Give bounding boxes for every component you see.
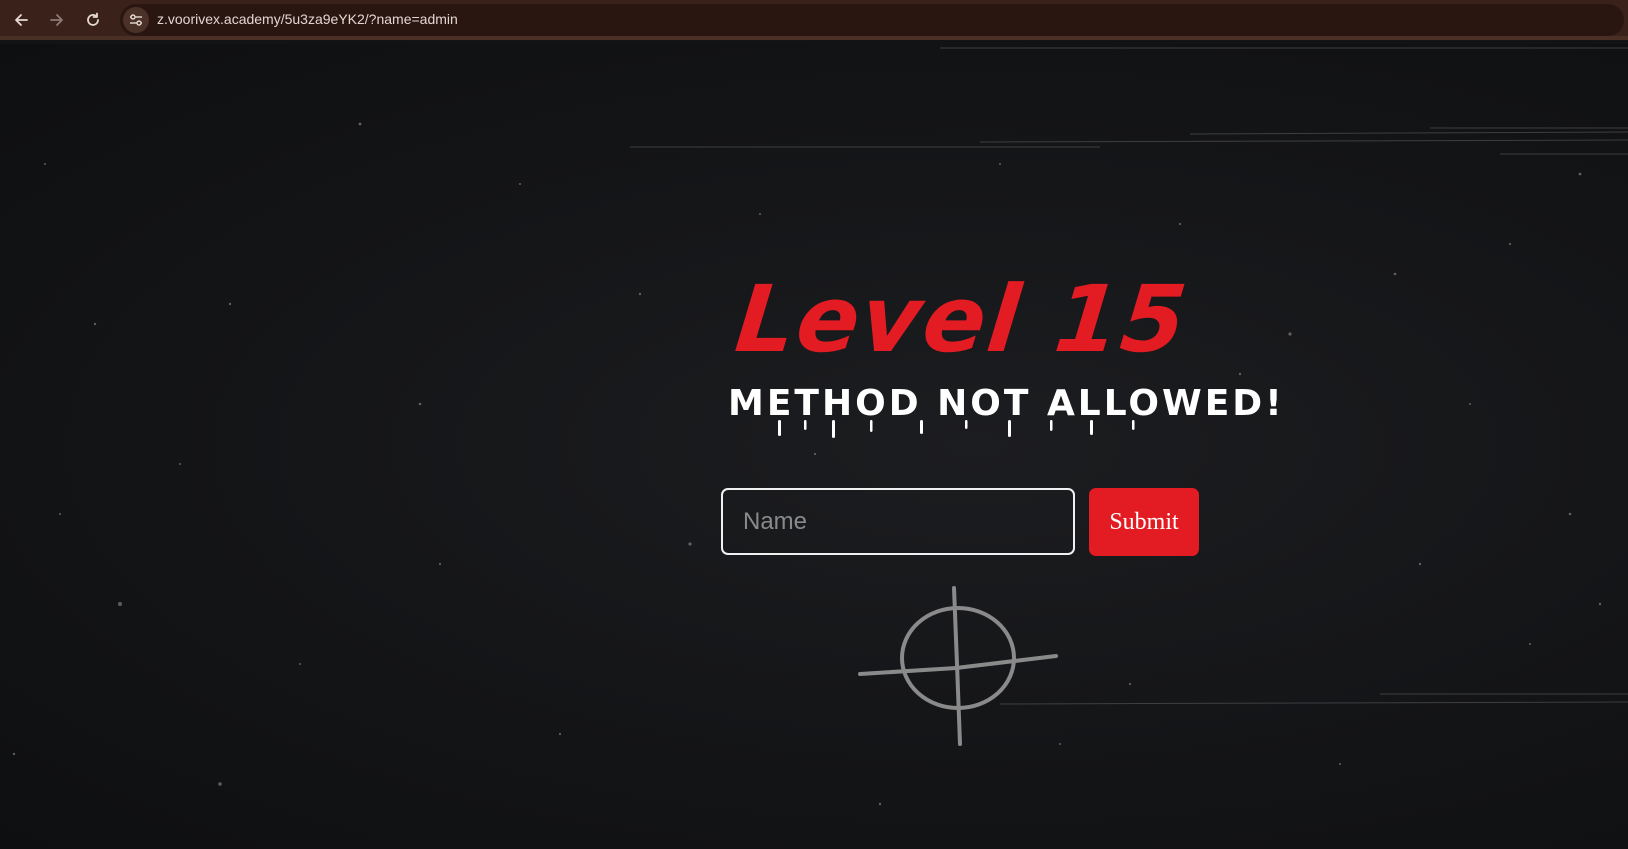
- reload-button[interactable]: [81, 8, 105, 32]
- browser-toolbar: z.voorivex.academy/5u3za9eYK2/?name=admi…: [0, 0, 1628, 40]
- address-bar[interactable]: z.voorivex.academy/5u3za9eYK2/?name=admi…: [120, 4, 1624, 36]
- forward-button[interactable]: [45, 8, 69, 32]
- reload-icon: [87, 12, 99, 26]
- arrow-right-icon: [50, 14, 63, 26]
- page-title: Level 15: [730, 266, 1194, 373]
- arrow-left-icon: [15, 14, 28, 26]
- crosshair-icon: [858, 586, 1058, 746]
- back-button[interactable]: [9, 8, 33, 32]
- tune-icon: [130, 14, 142, 26]
- submit-button[interactable]: Submit: [1089, 488, 1199, 556]
- url-text[interactable]: z.voorivex.academy/5u3za9eYK2/?name=admi…: [157, 11, 458, 27]
- drip-decoration: [778, 420, 1135, 438]
- page-content: Level 15 METHOD NOT ALLOWED! Submit: [0, 44, 1628, 849]
- name-input[interactable]: [721, 488, 1075, 555]
- site-info-button[interactable]: [123, 7, 149, 33]
- film-grain-background: [12, 47, 1628, 806]
